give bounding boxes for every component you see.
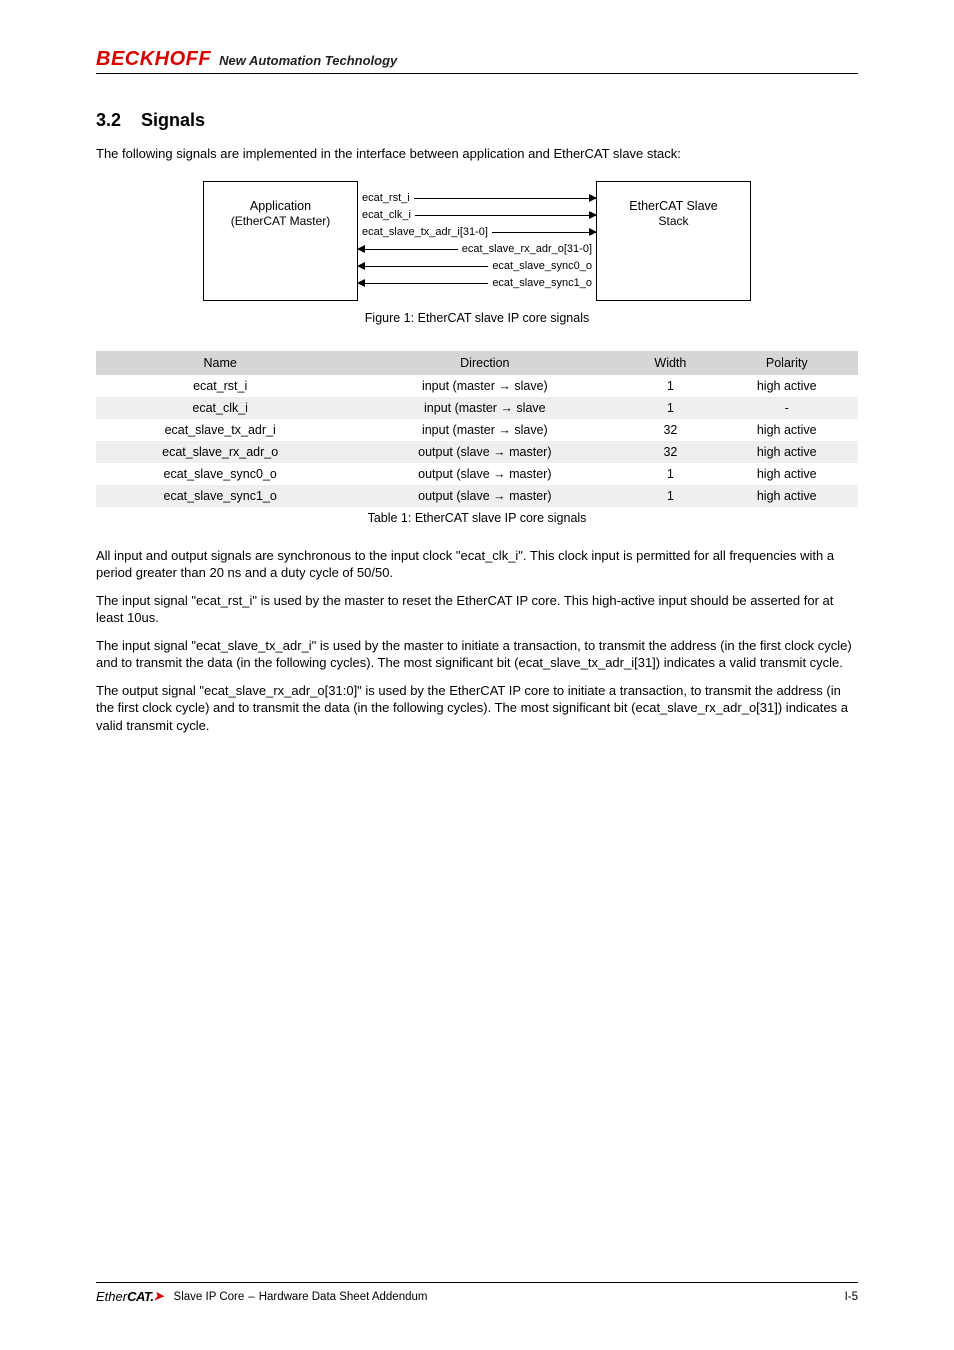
table-header: Direction [344,351,625,375]
arrow-left-icon [358,249,458,250]
arrow-left-icon [358,283,488,284]
arrow-label: ecat_rst_i [358,193,414,204]
table-cell: high active [715,485,858,507]
table-cell: high active [715,463,858,485]
arrow-left-icon [358,266,488,267]
table-row: ecat_slave_sync1_ooutput (slave → master… [96,485,858,507]
logo-arrow-icon: ➤ [153,1289,163,1303]
body-paragraph: The output signal "ecat_slave_rx_adr_o[3… [96,682,858,735]
diagram-arrows: ecat_rst_i ecat_clk_i ecat_slave_tx_adr_… [358,181,596,301]
table-cell: ecat_slave_rx_adr_o [96,441,344,463]
table-cell: 1 [625,397,715,419]
code-literal: ecat_slave_tx_adr_i[31] [518,655,655,670]
diagram-box-master-line2: (EtherCAT Master) [210,214,351,230]
table-caption-text: EtherCAT slave IP core signals [415,511,587,525]
code-literal: ecat_slave_rx_adr_o[31] [635,700,777,715]
diagram-box-master: Application (EtherCAT Master) [203,181,358,301]
table-cell: ecat_rst_i [96,375,344,397]
table-cell: 1 [625,485,715,507]
section-number: 3.2 [96,110,121,130]
arrow-label: ecat_slave_tx_adr_i[31-0] [358,227,492,238]
table-caption-label: Table 1: [368,511,412,525]
table-header: Polarity [715,351,858,375]
table-caption: Table 1: EtherCAT slave IP core signals [96,511,858,525]
page-number: I-5 [845,1291,858,1303]
table-row: ecat_rst_iinput (master → slave)1high ac… [96,375,858,397]
arrow-row: ecat_clk_i [358,210,596,221]
arrow-row: ecat_rst_i [358,193,596,204]
table-header: Name [96,351,344,375]
arrow-label: ecat_clk_i [358,210,415,221]
brand-logo: BECKHOFF [96,48,211,71]
logo-text: CAT. [127,1289,153,1304]
diagram-box-slave-line1: EtherCAT Slave [603,198,744,214]
table-row: ecat_slave_rx_adr_ooutput (slave → maste… [96,441,858,463]
arrow-right-icon [492,232,596,233]
arrow-row: ecat_slave_sync0_o [358,261,596,272]
table-cell: ecat_slave_tx_adr_i [96,419,344,441]
signals-table: Name Direction Width Polarity ecat_rst_i… [96,351,858,507]
table-header: Width [625,351,715,375]
page-header: BECKHOFF New Automation Technology [96,48,858,74]
body-paragraph: All input and output signals are synchro… [96,547,858,582]
footer-text-a: Slave IP Core [174,1291,245,1303]
ethercat-logo: EtherCAT.➤ [96,1289,164,1304]
table-row: ecat_clk_iinput (master → slave1- [96,397,858,419]
arrow-row: ecat_slave_tx_adr_i[31-0] [358,227,596,238]
table-cell: ecat_slave_sync1_o [96,485,344,507]
table-cell: high active [715,441,858,463]
arrow-label: ecat_slave_rx_adr_o[31-0] [458,244,596,255]
figure-caption-text: EtherCAT slave IP core signals [418,311,590,325]
table-cell: 1 [625,375,715,397]
intro-paragraph: The following signals are implemented in… [96,145,858,163]
table-cell: input (master → slave) [344,375,625,397]
footer-text: Slave IP Core – Hardware Data Sheet Adde… [174,1291,835,1303]
arrow-row: ecat_slave_rx_adr_o[31-0] [358,244,596,255]
table-header-row: Name Direction Width Polarity [96,351,858,375]
arrow-right-icon [415,215,596,216]
table-cell: high active [715,375,858,397]
page-footer: EtherCAT.➤ Slave IP Core – Hardware Data… [96,1282,858,1304]
table-cell: high active [715,419,858,441]
table-cell: ecat_slave_sync0_o [96,463,344,485]
logo-text: Ether [96,1289,127,1304]
table-cell: input (master → slave [344,397,625,419]
diagram-box-master-line1: Application [210,198,351,214]
section-title: Signals [141,110,205,130]
table-cell: 32 [625,441,715,463]
table-cell: input (master → slave) [344,419,625,441]
diagram-box-slave: EtherCAT Slave Stack [596,181,751,301]
footer-text-b: Hardware Data Sheet Addendum [259,1291,428,1303]
section-heading: 3.2 Signals [96,110,858,131]
footer-dash: – [248,1291,254,1303]
signals-diagram: Application (EtherCAT Master) ecat_rst_i… [203,181,751,301]
arrow-right-icon [414,198,596,199]
brand-tagline: New Automation Technology [219,53,397,68]
table-cell: output (slave → master) [344,485,625,507]
table-cell: output (slave → master) [344,463,625,485]
body-paragraph: The input signal "ecat_rst_i" is used by… [96,592,858,627]
body-paragraph: The input signal "ecat_slave_tx_adr_i" i… [96,637,858,672]
figure-caption-label: Figure 1: [365,311,414,325]
table-cell: ecat_clk_i [96,397,344,419]
table-row: ecat_slave_tx_adr_iinput (master → slave… [96,419,858,441]
arrow-row: ecat_slave_sync1_o [358,278,596,289]
paragraph-text: ) indicates a valid transmit cycle. [656,655,843,670]
table-cell: output (slave → master) [344,441,625,463]
table-cell: 32 [625,419,715,441]
table-row: ecat_slave_sync0_ooutput (slave → master… [96,463,858,485]
table-cell: 1 [625,463,715,485]
arrow-label: ecat_slave_sync0_o [488,261,596,272]
diagram-box-slave-line2: Stack [603,214,744,230]
figure-caption: Figure 1: EtherCAT slave IP core signals [96,311,858,325]
table-cell: - [715,397,858,419]
arrow-label: ecat_slave_sync1_o [488,278,596,289]
